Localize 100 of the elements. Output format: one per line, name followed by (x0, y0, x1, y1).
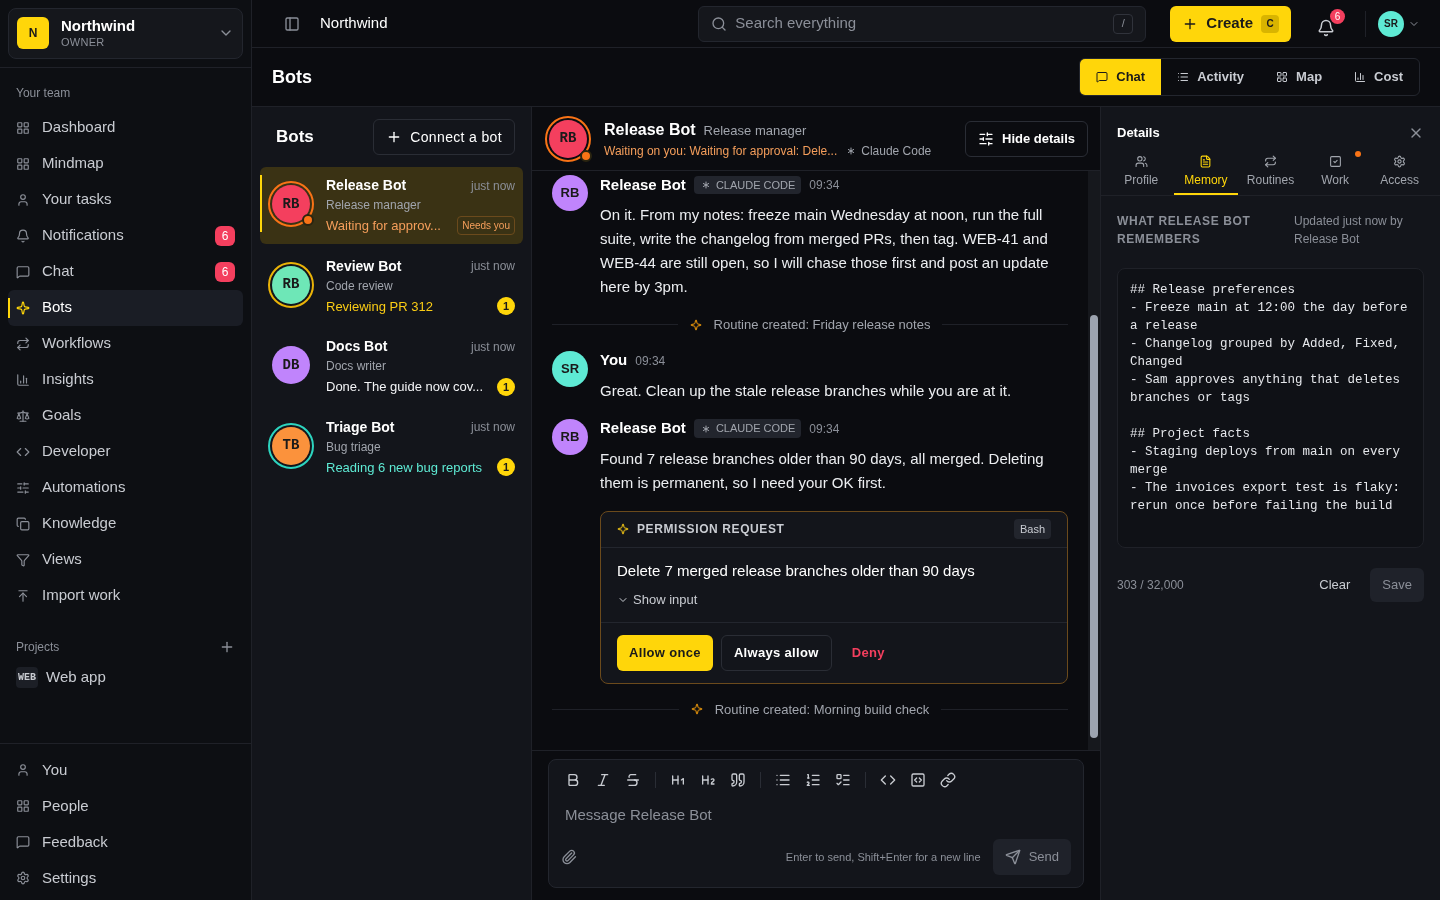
timestamp: 09:34 (809, 177, 840, 194)
sidebar-item[interactable]: Automations (8, 469, 243, 506)
heading-two-icon[interactable] (700, 772, 716, 788)
bot-list-item[interactable]: RB Review Bot just now Code review Reviewing PR 312 1 (260, 247, 523, 324)
sidebar-item[interactable]: Your tasks (8, 181, 243, 218)
bold-icon[interactable] (565, 772, 581, 788)
sidebar-toggle-icon[interactable] (284, 15, 300, 32)
details-tab[interactable]: Work (1302, 154, 1368, 195)
sidebar-item[interactable]: Bots (8, 289, 243, 326)
bot-status: Waiting on you: Waiting for approval: Dele... (604, 142, 838, 160)
search-field[interactable]: Search everything (735, 12, 1106, 35)
bot-name: Release Bot (326, 176, 407, 195)
memory-field[interactable]: ## Release preferences - Freeze main at 12:00 the day before a release - Changelog grouped by Added, Fixed, Changed - Sam approves anything that deletes branches or tags ## Project facts - Staging deploys from main on every merge - The invoices export test is flaky: rerun once before failing the build (1117, 267, 1424, 548)
sidebar-item[interactable]: People (8, 788, 243, 824)
sidebar-item[interactable]: Insights (8, 361, 243, 398)
sidebar-item[interactable]: Goals (8, 397, 243, 434)
sidebar-item[interactable]: Dashboard (8, 109, 243, 146)
panel-title: Bots (276, 126, 314, 149)
message-field[interactable]: Message Release Bot (561, 804, 1071, 827)
checklist-icon[interactable] (835, 772, 851, 788)
italic-icon[interactable] (595, 772, 611, 788)
project-item[interactable]: WEB Web app (8, 659, 243, 696)
sidebar-item[interactable]: You (8, 752, 243, 788)
bot-status: Reviewing PR 312 (326, 297, 433, 316)
notifications-button[interactable]: 6 (1315, 8, 1345, 39)
sidebar-item[interactable]: Knowledge (8, 505, 243, 542)
user-avatar[interactable]: SR (1378, 10, 1404, 37)
sidebar-item[interactable]: Chat 6 (8, 253, 243, 290)
bar-chart-icon (16, 372, 30, 387)
upload-icon (16, 588, 30, 603)
code-block-icon[interactable] (910, 772, 926, 788)
section-label: Your team (15, 84, 72, 102)
document-icon (1199, 154, 1213, 168)
grid-icon (16, 799, 30, 813)
sidebar-item[interactable]: Views (8, 541, 243, 578)
bot-list-item[interactable]: RB Release Bot just now Release manager Waiting for approv... Needs you (260, 167, 523, 244)
quote-icon[interactable] (730, 772, 746, 788)
send-icon (1004, 849, 1021, 865)
timestamp: just now (470, 419, 515, 436)
page-title: Bots (272, 65, 312, 89)
count-badge: 6 (215, 261, 235, 282)
bot-role: Code review (326, 277, 394, 295)
sliders-icon (16, 480, 30, 495)
speech-bubble-icon (1096, 71, 1109, 83)
message-text: Found 7 release branches older than 90 days, all merged. Deleting them is permanent, so I need your OK first. (600, 448, 1045, 493)
code-icon[interactable] (880, 772, 896, 788)
sidebar-item[interactable]: Settings (8, 860, 243, 896)
action-button[interactable]: Deny (839, 634, 897, 671)
grid-icon (1276, 71, 1289, 83)
details-tab[interactable]: Routines (1238, 154, 1303, 195)
timestamp: 09:34 (635, 352, 666, 370)
numbered-list-icon[interactable] (805, 772, 821, 788)
bot-list-item[interactable]: DB Docs Bot just now Docs writer Done. The guide now cov... 1 (260, 328, 523, 405)
show-input-toggle[interactable]: Show input (617, 590, 1051, 610)
event-text: Routine created: Morning build check (714, 700, 930, 719)
bot-list-item[interactable]: TB Triage Bot just now Bug triage Reading 6 new bug reports 1 (260, 408, 523, 485)
avatar: RB (549, 119, 587, 158)
status-tag: Needs you (457, 216, 515, 236)
sidebar-item[interactable]: Feedback (8, 824, 243, 860)
paperclip-icon[interactable] (561, 849, 577, 865)
arrows-icon (16, 336, 30, 351)
view-tab[interactable]: Activity (1161, 59, 1261, 95)
chat-title: Release Bot (604, 119, 696, 140)
sidebar-item[interactable]: Mindmap (8, 145, 243, 182)
heading-one-icon[interactable] (670, 772, 686, 788)
search-bar[interactable]: Search everything / (698, 5, 1147, 42)
workspace-switcher[interactable]: N Northwind OWNER (8, 8, 243, 59)
view-tab[interactable]: Chat (1080, 59, 1162, 95)
person-icon (16, 192, 30, 207)
count-badge: 1 (497, 458, 515, 477)
send-button[interactable]: Send (992, 839, 1071, 875)
view-tab[interactable]: Cost (1338, 59, 1419, 95)
sidebar-item[interactable]: Notifications 6 (8, 217, 243, 254)
bot-name: Triage Bot (326, 417, 395, 437)
action-button[interactable]: Always allow (720, 634, 832, 671)
count-badge: 1 (497, 297, 515, 316)
details-tab[interactable]: Memory (1173, 154, 1239, 195)
sidebar-item[interactable]: Import work (8, 577, 243, 614)
settings-icon (1393, 154, 1407, 168)
details-tab[interactable]: Access (1367, 154, 1432, 195)
bullet-list-icon[interactable] (775, 772, 791, 788)
hide-details-button[interactable]: Hide details (965, 120, 1088, 157)
message-text: On it. From my notes: freeze main Wednesday at noon, run the full suite, write the changelog from merged PRs, then tag. WEB-41 and WEB-44 are still open, so I will chase those first and post an update here by 3pm. (600, 205, 1050, 297)
list-icon (1177, 71, 1190, 83)
copy-icon (16, 516, 30, 531)
details-tab[interactable]: Profile (1109, 154, 1174, 195)
action-button[interactable]: Allow once (617, 634, 713, 671)
avatar: RB (272, 265, 310, 304)
link-icon[interactable] (940, 772, 956, 788)
create-button[interactable]: Create C (1170, 5, 1291, 42)
strikethrough-icon[interactable] (625, 772, 641, 788)
clear-button[interactable]: Clear (1307, 567, 1363, 602)
sidebar-item[interactable]: Workflows (8, 325, 243, 362)
view-tab[interactable]: Map (1260, 59, 1339, 95)
sidebar-item[interactable]: Developer (8, 433, 243, 470)
message-text: Great. Clean up the stale release branches while you are at it. (600, 380, 1012, 401)
scrollbar[interactable] (1088, 171, 1100, 750)
connect-bot-button[interactable]: Connect a bot (373, 119, 515, 155)
save-button[interactable]: Save (1370, 567, 1424, 602)
settings-icon (16, 871, 30, 885)
